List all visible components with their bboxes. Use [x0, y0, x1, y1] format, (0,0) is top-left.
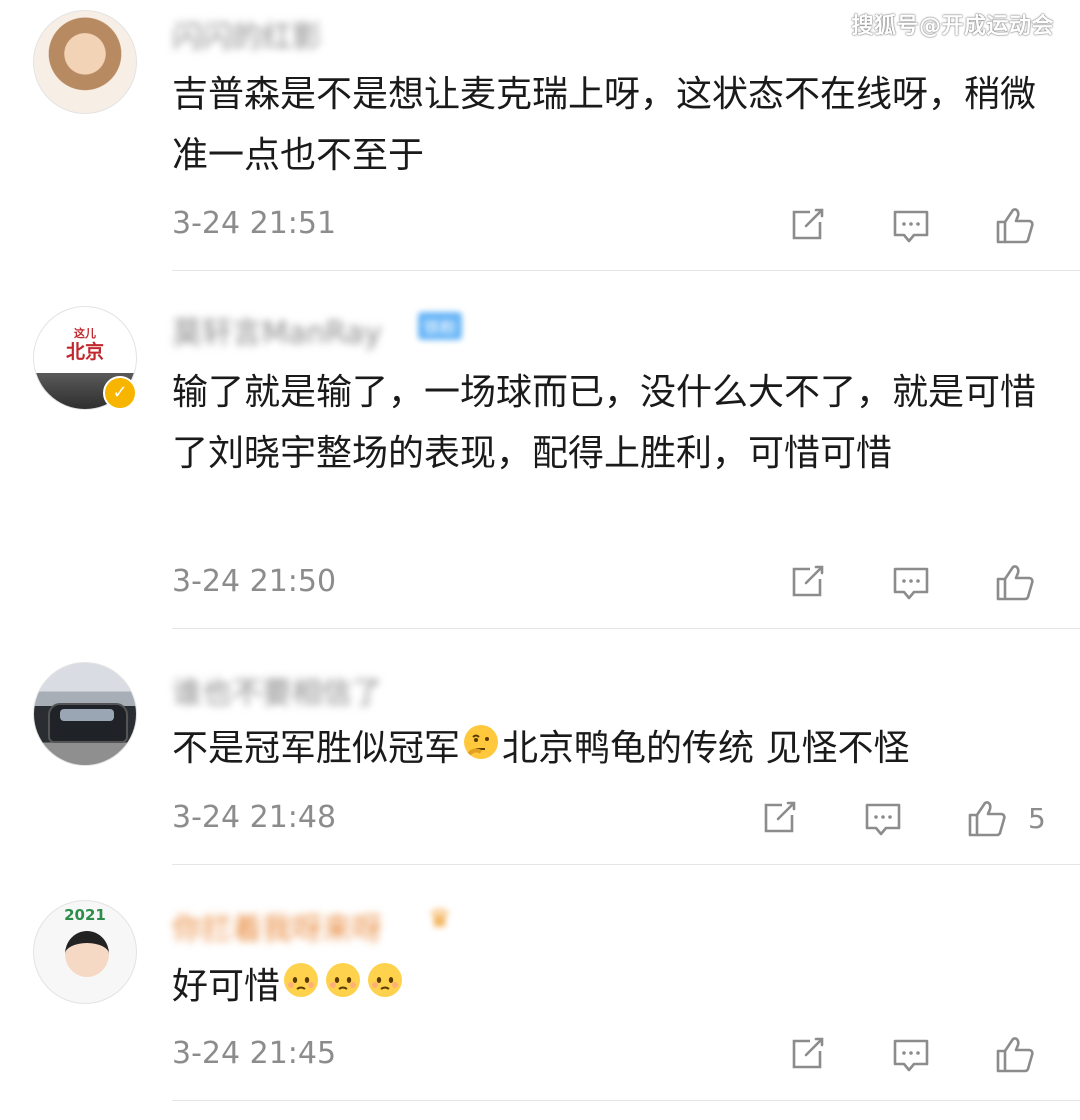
comment-icon[interactable]	[862, 797, 904, 839]
thumbs-up-icon[interactable]	[994, 561, 1036, 603]
avatar[interactable]	[33, 662, 137, 766]
comment-text: 好可惜	[172, 956, 1052, 1019]
user-tag: 铁粉	[418, 312, 463, 340]
comment-icon[interactable]	[890, 1033, 932, 1075]
comment-text: 吉普森是不是想让麦克瑞上呀，这状态不在线呀，稍微准一点也不至于	[172, 74, 1037, 176]
avatar[interactable]: 2021	[33, 900, 137, 1004]
timestamp: 3-24 21:50	[172, 564, 337, 599]
divider	[172, 270, 1080, 271]
comment-text: 不是冠军胜似冠军 北京鸭龟的传统 见怪不怪	[172, 718, 1052, 781]
thumbs-up-icon[interactable]	[966, 797, 1008, 839]
username[interactable]: 谁也不要相信了	[172, 668, 382, 712]
share-icon[interactable]	[786, 204, 828, 246]
sad-emoji	[365, 958, 405, 1019]
comment-icon[interactable]	[890, 561, 932, 603]
timestamp: 3-24 21:45	[172, 1036, 337, 1071]
sad-emoji	[323, 958, 363, 1019]
crown-icon: ♛	[428, 904, 452, 934]
watermark: 搜狐号@开成运动会	[851, 14, 1054, 39]
sad-emoji	[281, 958, 321, 1019]
timestamp: 3-24 21:51	[172, 206, 337, 241]
thumbs-up-icon[interactable]	[994, 204, 1036, 246]
avatar-text: 北京	[65, 341, 104, 363]
like-count: 5	[1028, 802, 1046, 835]
username[interactable]: 闪闪的红影	[172, 12, 322, 56]
comment-icon[interactable]	[890, 204, 932, 246]
comment-text-part: 北京鸭龟的传统 见怪不怪	[502, 728, 910, 769]
comment-text-part: 好可惜	[172, 966, 281, 1007]
avatar-text: 2021	[64, 906, 106, 924]
share-icon[interactable]	[758, 797, 800, 839]
username[interactable]: 你拦着我呀来呀	[172, 904, 382, 948]
comment-text: 输了就是输了，一场球而已，没什么大不了，就是可惜了刘晓宇整场的表现，配得上胜利，…	[172, 372, 1037, 474]
divider	[172, 1100, 1080, 1101]
verified-icon: ✓	[103, 376, 137, 410]
timestamp: 3-24 21:48	[172, 800, 337, 835]
avatar[interactable]	[33, 10, 137, 114]
thinking-emoji	[461, 720, 501, 781]
username[interactable]: 莫轩言ManRay	[172, 308, 382, 352]
comment-text-part: 不是冠军胜似冠军	[172, 728, 461, 769]
thumbs-up-icon[interactable]	[994, 1033, 1036, 1075]
share-icon[interactable]	[786, 561, 828, 603]
divider	[172, 628, 1080, 629]
share-icon[interactable]	[786, 1033, 828, 1075]
divider	[172, 864, 1080, 865]
